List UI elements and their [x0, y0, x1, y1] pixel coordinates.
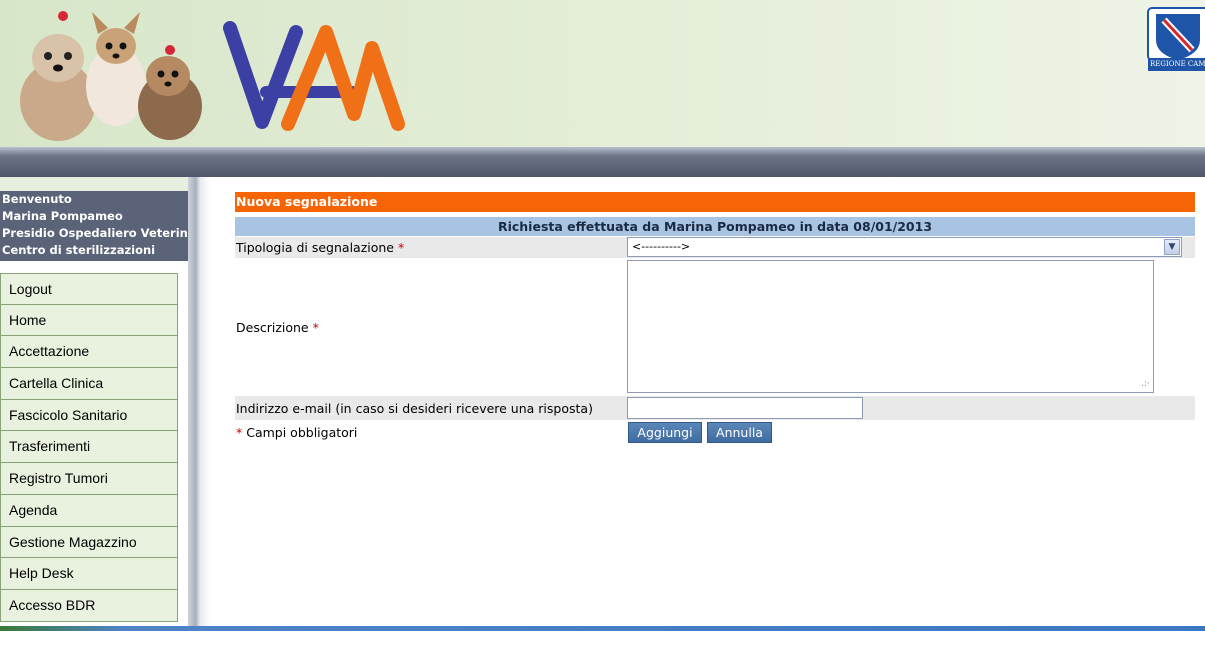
- chevron-down-icon[interactable]: ▼: [1164, 239, 1180, 255]
- user-presidio: Presidio Ospedaliero Veterinario: [2, 226, 188, 240]
- tipologia-label: Tipologia di segnalazione *: [236, 240, 405, 255]
- sidebar-divider: [188, 177, 210, 630]
- sidebar-item-accesso-bdr[interactable]: Accesso BDR: [0, 589, 178, 622]
- cancel-button[interactable]: Annulla: [707, 422, 772, 443]
- welcome-line: Benvenuto: [2, 192, 72, 206]
- sidebar-item-agenda[interactable]: Agenda: [0, 494, 178, 527]
- user-name: Marina Pompameo: [2, 209, 123, 223]
- form-title: Nuova segnalazione: [235, 192, 1195, 212]
- vam-logo: [223, 21, 405, 131]
- sidebar-item-cartella-clinica[interactable]: Cartella Clinica: [0, 368, 178, 400]
- site-header: REGIONE CAMPANIA: [0, 0, 1205, 147]
- sidebar-item-trasferimenti[interactable]: Trasferimenti: [0, 431, 178, 464]
- email-field[interactable]: [627, 397, 863, 419]
- tipologia-selected-value: <---------->: [632, 240, 691, 253]
- resize-grip-icon[interactable]: .:·: [1141, 379, 1150, 389]
- user-center: Centro di sterilizzazioni: [2, 243, 156, 257]
- tipologia-select[interactable]: <----------> ▼: [627, 237, 1182, 257]
- required-marker: *: [397, 240, 405, 255]
- add-button[interactable]: Aggiungi: [628, 422, 702, 443]
- sidebar-item-registro-tumori[interactable]: Registro Tumori: [0, 463, 178, 495]
- required-note: * Campi obbligatori: [236, 425, 358, 440]
- dogs-photo: [20, 11, 202, 141]
- sidebar-menu: Logout Home Accettazione Cartella Clinic…: [0, 273, 178, 622]
- required-marker: *: [312, 320, 319, 335]
- sidebar-top-strip: [0, 177, 188, 191]
- sidebar-item-gestione-magazzino[interactable]: Gestione Magazzino: [0, 526, 178, 559]
- sidebar-item-help-desk[interactable]: Help Desk: [0, 558, 178, 590]
- email-label: Indirizzo e-mail (in caso si desideri ri…: [236, 401, 593, 416]
- bottom-bar: [0, 626, 1205, 631]
- sidebar-item-logout[interactable]: Logout: [0, 273, 178, 305]
- sidebar-item-accettazione[interactable]: Accettazione: [0, 336, 178, 369]
- descrizione-textarea[interactable]: [627, 260, 1154, 393]
- form-subtitle: Richiesta effettuata da Marina Pompameo …: [235, 217, 1195, 236]
- region-caption: REGIONE CAMPANIA: [1148, 58, 1205, 71]
- sidebar-item-fascicolo-sanitario[interactable]: Fascicolo Sanitario: [0, 399, 178, 432]
- sidebar-item-home[interactable]: Home: [0, 304, 178, 337]
- welcome-box: Benvenuto Marina Pompameo Presidio Osped…: [0, 191, 188, 261]
- nav-bar: [0, 147, 1205, 177]
- descrizione-label: Descrizione *: [236, 320, 319, 335]
- required-marker: *: [236, 425, 243, 440]
